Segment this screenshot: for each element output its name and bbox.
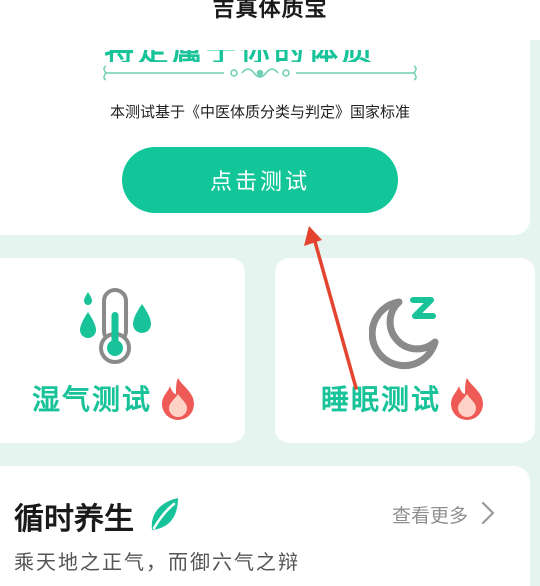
dampness-test-label: 湿气测试 — [32, 383, 153, 416]
dampness-test-card[interactable]: 湿气测试 — [0, 258, 245, 443]
view-more-link[interactable]: 查看更多 — [392, 501, 468, 528]
start-test-button[interactable]: 点击测试 — [122, 147, 398, 213]
hero-heading-text: 特定属于你的体质 — [0, 50, 500, 62]
top-bar: 吉真体质宝 — [0, 0, 540, 40]
moon-zzz-icon — [369, 297, 439, 370]
chevron-right-icon[interactable] — [481, 501, 495, 525]
hero-subtitle: 本测试基于《中医体质分类与判定》国家标准 — [109, 103, 410, 121]
leaf-icon — [151, 498, 178, 530]
thermometer-droplets-icon — [80, 288, 151, 364]
hero-card: 特定属于你的体质 本测试基于《中医体质分类与判定》国家标准 点击测试 — [0, 40, 530, 235]
section-title: 循时养生 — [14, 502, 134, 537]
sleep-test-label: 睡眠测试 — [321, 383, 442, 416]
section-slogan: 乘天地之正气，而御六气之辩 — [14, 550, 300, 574]
ornament-divider-icon — [103, 65, 417, 81]
app-title: 吉真体质宝 — [212, 0, 328, 22]
seasonal-health-card: 循时养生 查看更多 乘天地之正气，而御六气之辩 — [0, 466, 530, 586]
fire-icon — [162, 378, 194, 420]
fire-icon — [451, 378, 483, 420]
sleep-test-card[interactable]: 睡眠测试 — [275, 258, 535, 443]
hero-heading: 特定属于你的体质 — [0, 50, 500, 62]
